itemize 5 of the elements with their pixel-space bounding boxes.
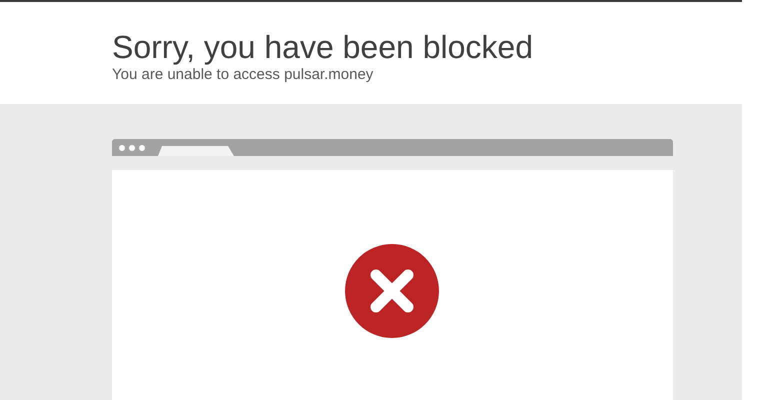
page-subtitle: You are unable to access pulsar.money [112, 66, 374, 84]
page-title: Sorry, you have been blocked [112, 28, 533, 66]
window-dots-icon [118, 144, 148, 152]
error-icon [344, 244, 438, 338]
browser-tab-icon [158, 146, 234, 156]
